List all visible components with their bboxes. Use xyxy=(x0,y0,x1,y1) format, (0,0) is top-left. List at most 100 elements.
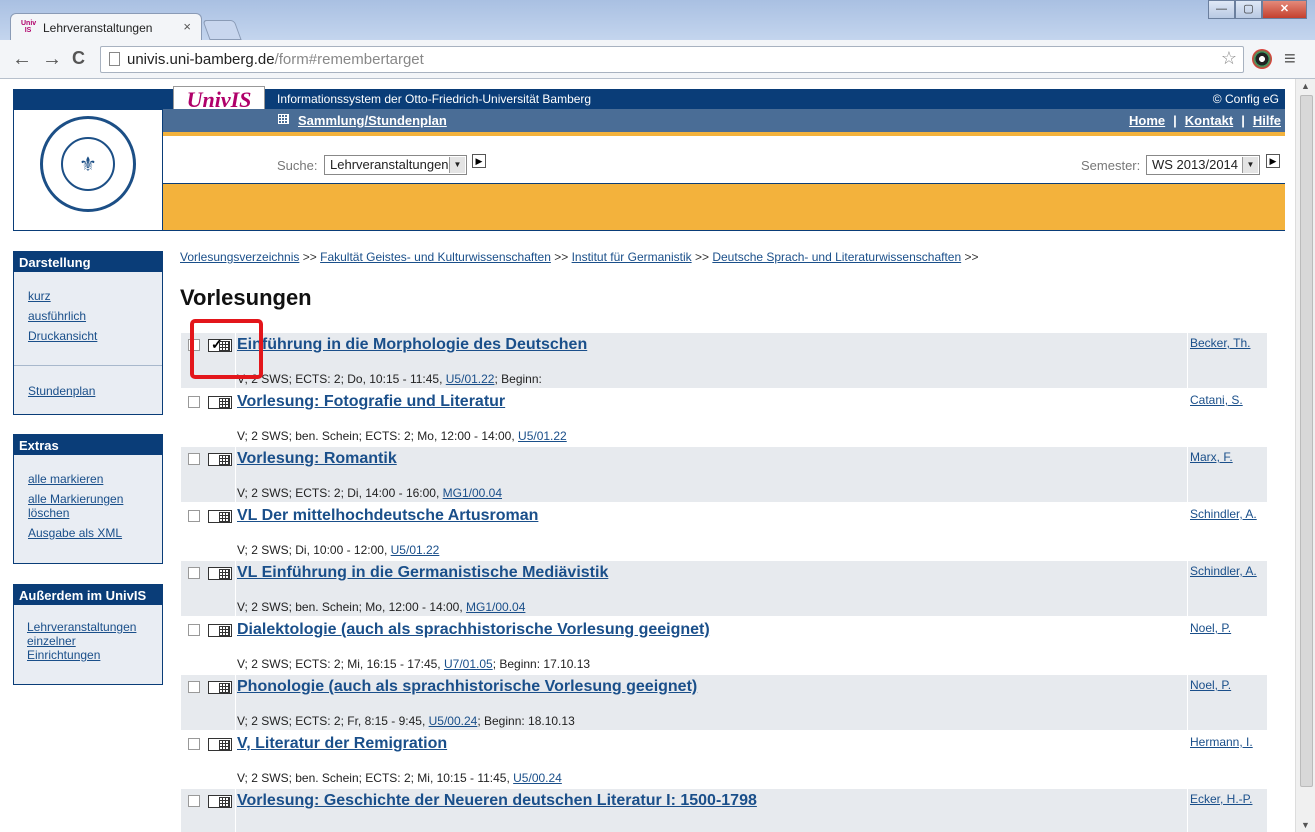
course-lecturer-link[interactable]: Catani, S. xyxy=(1190,393,1243,407)
scrollbar-thumb[interactable] xyxy=(1300,95,1313,787)
ausgabe-xml-link[interactable]: Ausgabe als XML xyxy=(28,526,148,540)
course-room-link[interactable]: U5/01.22 xyxy=(446,372,495,386)
course-checkbox[interactable] xyxy=(188,510,200,522)
course-checkbox[interactable] xyxy=(188,795,200,807)
course-title-link[interactable]: VL Einführung in die Germanistische Medi… xyxy=(237,564,608,582)
timetable-grid-icon xyxy=(219,683,230,693)
course-room-link[interactable]: MG1/00.04 xyxy=(443,486,502,500)
home-link[interactable]: Home xyxy=(1129,113,1165,128)
address-bar[interactable]: univis.uni-bamberg.de/form#remembertarge… xyxy=(100,46,1244,73)
add-to-timetable-button[interactable] xyxy=(208,453,232,466)
course-title-link[interactable]: Vorlesung: Geschichte der Neueren deutsc… xyxy=(237,792,757,810)
course-lecturer-link[interactable]: Schindler, A. xyxy=(1190,507,1257,521)
course-checkbox[interactable] xyxy=(188,396,200,408)
lehrveranstaltungen-einrichtungen-link[interactable]: Lehrveranstaltungen einzelner Einrichtun… xyxy=(27,620,147,662)
url-text: univis.uni-bamberg.de/form#remembertarge… xyxy=(127,51,424,68)
course-checkbox[interactable] xyxy=(188,453,200,465)
add-to-timetable-button[interactable] xyxy=(208,396,232,409)
semester-select[interactable]: WS 2013/2014 ▼ xyxy=(1146,155,1260,175)
course-lecturer-link[interactable]: Noel, P. xyxy=(1190,621,1231,635)
course-row: Vorlesung: Fotografie und Literatur V; 2… xyxy=(181,390,1267,445)
reload-icon[interactable]: C xyxy=(72,48,85,69)
stundenplan-link[interactable]: Stundenplan xyxy=(28,384,148,398)
course-lecturer-link[interactable]: Becker, Th. xyxy=(1190,336,1250,350)
course-details-text: V; 2 SWS; ben. Schein; ECTS: 2; Mi, 10:1… xyxy=(237,771,514,785)
alle-markieren-link[interactable]: alle markieren xyxy=(28,472,148,486)
breadcrumb-fakultaet[interactable]: Fakultät Geistes- und Kulturwissenschaft… xyxy=(320,250,551,264)
course-checkbox[interactable] xyxy=(188,624,200,636)
course-lecturer-link[interactable]: Schindler, A. xyxy=(1190,564,1257,578)
hilfe-link[interactable]: Hilfe xyxy=(1253,113,1281,128)
minimize-button[interactable]: — xyxy=(1208,0,1235,19)
breadcrumb-separator: >> xyxy=(964,250,979,264)
new-tab-button[interactable] xyxy=(202,20,242,40)
course-details-text: V; 2 SWS; ECTS: 2; Do, 10:15 - 11:45, xyxy=(237,372,446,386)
timetable-grid-icon xyxy=(278,114,289,124)
course-title-link[interactable]: Einführung in die Morphologie des Deutsc… xyxy=(237,336,587,354)
header-links: Home | Kontakt | Hilfe xyxy=(1129,113,1281,128)
browser-tab[interactable]: Univ IS Lehrveranstaltungen × xyxy=(10,13,202,41)
sammlung-stundenplan-link[interactable]: Sammlung/Stundenplan xyxy=(298,113,447,128)
course-room-link[interactable]: U5/00.24 xyxy=(513,771,562,785)
semester-go-button[interactable]: ▶ xyxy=(1266,154,1280,168)
search-go-button[interactable]: ▶ xyxy=(472,154,486,168)
add-to-timetable-button[interactable] xyxy=(208,738,232,751)
browser-menu-icon[interactable]: ≡ xyxy=(1284,48,1296,71)
course-lecturer-link[interactable]: Ecker, H.-P. xyxy=(1190,792,1252,806)
bookmark-star-icon[interactable]: ☆ xyxy=(1221,48,1237,69)
add-to-timetable-button[interactable] xyxy=(208,567,232,580)
course-room-link[interactable]: U5/00.24 xyxy=(429,714,478,728)
course-lecturer-link[interactable]: Marx, F. xyxy=(1190,450,1233,464)
breadcrumb-institut[interactable]: Institut für Germanistik xyxy=(572,250,692,264)
add-to-timetable-button[interactable] xyxy=(208,624,232,637)
course-checkbox[interactable] xyxy=(188,567,200,579)
course-details: V; 2 SWS; ben. Schein; ECTS: 2; Mi, 10:1… xyxy=(237,771,562,785)
page-icon xyxy=(109,52,120,66)
maximize-button[interactable]: ▢ xyxy=(1235,0,1262,19)
vertical-scrollbar[interactable]: ▲ ▼ xyxy=(1295,79,1315,832)
course-title-link[interactable]: Vorlesung: Romantik xyxy=(237,450,397,468)
kurz-link[interactable]: kurz xyxy=(28,289,148,303)
highlight-annotation-box xyxy=(190,319,263,379)
extension-icon[interactable] xyxy=(1252,49,1272,69)
search-type-select[interactable]: Lehrveranstaltungen ▼ xyxy=(324,155,467,175)
course-title-link[interactable]: Phonologie (auch als sprachhistorische V… xyxy=(237,678,697,696)
semester-value: WS 2013/2014 xyxy=(1152,157,1239,172)
breadcrumb-sprach-literatur[interactable]: Deutsche Sprach- und Literaturwissenscha… xyxy=(712,250,961,264)
add-to-timetable-button[interactable] xyxy=(208,795,232,808)
course-title-link[interactable]: VL Der mittelhochdeutsche Artusroman xyxy=(237,507,538,525)
course-room-link[interactable]: U5/01.22 xyxy=(391,543,440,557)
url-path: /form#remembertarget xyxy=(274,51,424,68)
univis-favicon-icon: Univ IS xyxy=(21,20,37,34)
course-title-link[interactable]: Vorlesung: Fotografie und Literatur xyxy=(237,393,505,411)
breadcrumb-separator: >> xyxy=(554,250,569,264)
course-room-link[interactable]: U7/01.05 xyxy=(444,657,493,671)
course-lecturer-link[interactable]: Hermann, I. xyxy=(1190,735,1253,749)
scroll-down-arrow-icon[interactable]: ▼ xyxy=(1301,820,1310,830)
course-details-suffix: ; Beginn: xyxy=(494,372,542,386)
breadcrumb-vorlesungsverzeichnis[interactable]: Vorlesungsverzeichnis xyxy=(180,250,299,264)
ausfuehrlich-link[interactable]: ausführlich xyxy=(28,309,148,323)
scroll-up-arrow-icon[interactable]: ▲ xyxy=(1301,81,1310,91)
close-window-button[interactable]: ✕ xyxy=(1262,0,1307,19)
course-title-link[interactable]: V, Literatur der Remigration xyxy=(237,735,447,753)
back-arrow-icon[interactable]: ← xyxy=(12,48,32,71)
search-bar: Suche: Lehrveranstaltungen ▼ ▶ Semester:… xyxy=(163,136,1285,184)
course-room-link[interactable]: U5/01.22 xyxy=(518,429,567,443)
tab-close-icon[interactable]: × xyxy=(183,19,191,34)
course-details-text: V; 2 SWS; ben. Schein; ECTS: 2; Mo, 12:0… xyxy=(237,429,519,443)
chevron-down-icon: ▼ xyxy=(1242,157,1258,173)
add-to-timetable-button[interactable] xyxy=(208,681,232,694)
forward-arrow-icon[interactable]: → xyxy=(42,48,62,71)
search-label: Suche: xyxy=(277,158,318,173)
course-checkbox[interactable] xyxy=(188,681,200,693)
add-to-timetable-button[interactable] xyxy=(208,510,232,523)
column-divider xyxy=(1187,561,1188,616)
course-checkbox[interactable] xyxy=(188,738,200,750)
kontakt-link[interactable]: Kontakt xyxy=(1185,113,1233,128)
course-lecturer-link[interactable]: Noel, P. xyxy=(1190,678,1231,692)
course-title-link[interactable]: Dialektologie (auch als sprachhistorisch… xyxy=(237,621,710,639)
druckansicht-link[interactable]: Druckansicht xyxy=(28,329,148,343)
alle-markierungen-loeschen-link[interactable]: alle Markierungen löschen xyxy=(28,492,138,520)
course-room-link[interactable]: MG1/00.04 xyxy=(466,600,525,614)
